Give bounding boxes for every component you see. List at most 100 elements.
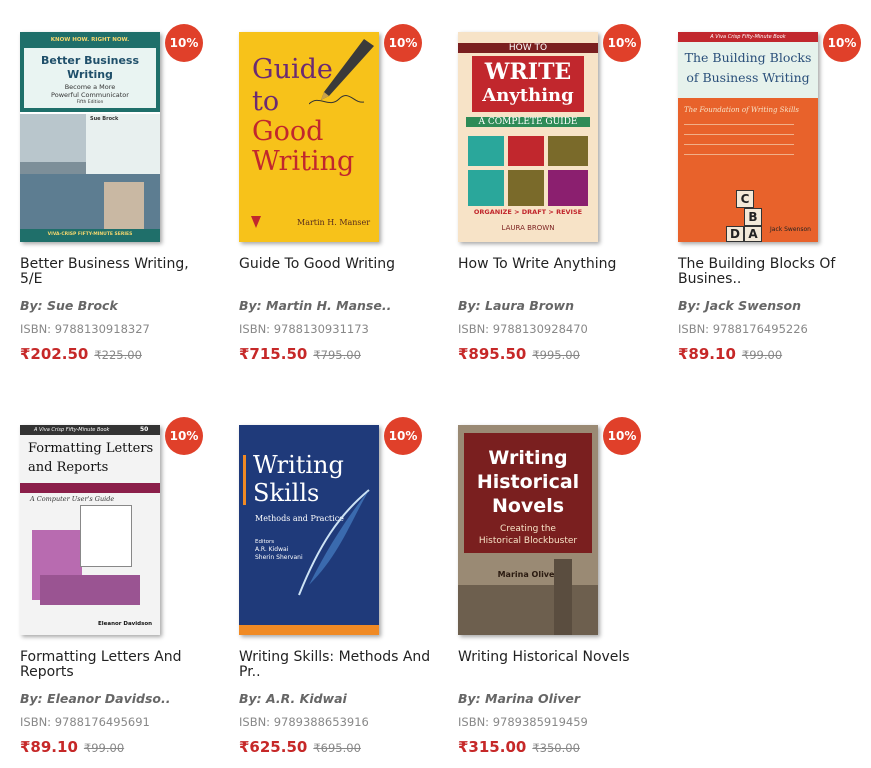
book-author: By: Eleanor Davidso.. xyxy=(20,691,171,706)
price-row: ₹202.50 ₹225.00 xyxy=(20,344,142,363)
price-row: ₹89.10 ₹99.00 xyxy=(20,737,124,756)
book-cover-image[interactable]: A Viva Crisp Fifty-Minute Book The Build… xyxy=(678,32,818,242)
book-cover-image[interactable]: A Viva Crisp Fifty-Minute Book 50 Format… xyxy=(20,425,160,635)
cover-text: Become a More xyxy=(64,83,116,91)
cover-text: Writing xyxy=(253,451,344,479)
book-title-link[interactable]: The Building Blocks Of Busines.. xyxy=(678,257,871,287)
book-cover-image[interactable]: Writing Skills Methods and Practice Edit… xyxy=(239,425,379,635)
list-price: ₹350.00 xyxy=(532,741,580,755)
cover-text: D xyxy=(726,226,744,242)
book-author: By: Laura Brown xyxy=(458,298,575,313)
cover-text: C xyxy=(736,190,754,208)
cover-text: Powerful Communicator xyxy=(51,91,129,99)
cover-text: to xyxy=(252,86,280,117)
cover-text: The Building Blocks xyxy=(684,50,812,65)
book-isbn: ISBN: 9789385919459 xyxy=(458,715,588,729)
cover-text: LAURA BROWN xyxy=(501,224,555,232)
discount-badge: 10% xyxy=(384,417,422,455)
book-isbn: ISBN: 9788130931173 xyxy=(239,322,369,336)
cover-text: A Viva Crisp Fifty-Minute Book xyxy=(34,427,110,433)
cover-text: Editors xyxy=(255,539,275,545)
sale-price: ₹895.50 xyxy=(458,345,527,363)
cover-text: WRITE xyxy=(484,59,572,85)
book-title-link[interactable]: Writing Historical Novels xyxy=(458,650,653,665)
cover-text: Anything xyxy=(482,85,574,106)
cover-text: Good xyxy=(252,116,324,147)
sale-price: ₹625.50 xyxy=(239,738,308,756)
cover-text: A Computer User's Guide xyxy=(30,495,115,503)
cover-text: Writing xyxy=(252,146,355,177)
cover-text: Historical xyxy=(476,471,580,493)
list-price: ₹795.00 xyxy=(313,348,361,362)
pen-icon xyxy=(309,39,374,105)
sale-price: ₹315.00 xyxy=(458,738,527,756)
cover-text: HOW TO xyxy=(458,43,598,53)
cover-text: Marina Oliver xyxy=(497,570,559,579)
cover-text: VIVA-CRISP FIFTY-MINUTE SERIES xyxy=(47,232,133,237)
discount-badge: 10% xyxy=(165,24,203,62)
cover-text: Writing xyxy=(488,447,568,469)
price-row: ₹895.50 ₹995.00 xyxy=(458,344,580,363)
cover-text: Eleanor Davidson xyxy=(98,621,153,627)
cover-text: KNOW HOW. RIGHT NOW. xyxy=(50,37,130,43)
cover-text: Writing xyxy=(67,68,113,81)
sale-price: ₹202.50 xyxy=(20,345,89,363)
list-price: ₹995.00 xyxy=(532,348,580,362)
book-cover-image[interactable]: Writing Historical Novels Creating the H… xyxy=(458,425,598,635)
book-author: By: Sue Brock xyxy=(20,298,118,313)
cover-text: B xyxy=(744,208,762,226)
book-author: By: Jack Swenson xyxy=(678,298,802,313)
book-isbn: ISBN: 9788176495226 xyxy=(678,322,808,336)
book-title-link[interactable]: Better Business Writing, 5/E xyxy=(20,257,215,287)
list-price: ₹99.00 xyxy=(83,741,125,755)
cover-text: Jack Swenson xyxy=(770,226,811,233)
cover-text: The Foundation of Writing Skills xyxy=(684,106,800,114)
cover-text: A xyxy=(744,226,762,242)
cover-text: Formatting Letters xyxy=(28,441,154,456)
book-author: By: Martin H. Manse.. xyxy=(239,298,392,313)
cover-text: ORGANIZE > DRAFT > REVISE xyxy=(473,208,583,216)
list-price: ₹225.00 xyxy=(94,348,142,362)
discount-badge: 10% xyxy=(384,24,422,62)
cover-text: Creating the xyxy=(500,524,556,534)
book-author: By: A.R. Kidwai xyxy=(239,691,347,706)
cover-text: Martin H. Manser xyxy=(297,218,371,227)
price-row: ₹625.50 ₹695.00 xyxy=(239,737,361,756)
cover-text: Fifth Edition xyxy=(76,100,104,105)
book-title-link[interactable]: How To Write Anything xyxy=(458,257,653,272)
book-cover-image[interactable]: Guide to Good Writing Martin H. Manser xyxy=(239,32,379,242)
book-title-link[interactable]: Formatting Letters And Reports xyxy=(20,650,215,680)
book-cover-image[interactable]: KNOW HOW. RIGHT NOW. Better Business Wri… xyxy=(20,32,160,242)
quill-icon xyxy=(298,489,370,596)
discount-badge: 10% xyxy=(603,24,641,62)
cover-text: Sue Brock xyxy=(90,116,119,122)
price-row: ₹715.50 ₹795.00 xyxy=(239,344,361,363)
cover-text: and Reports xyxy=(28,460,109,475)
sale-price: ₹89.10 xyxy=(678,345,736,363)
cover-text: 50 xyxy=(140,426,149,433)
cover-text: A COMPLETE GUIDE xyxy=(466,117,590,127)
book-title-link[interactable]: Writing Skills: Methods And Pr.. xyxy=(239,650,434,680)
book-title-link[interactable]: Guide To Good Writing xyxy=(239,257,434,272)
book-isbn: ISBN: 9788130928470 xyxy=(458,322,588,336)
cover-text: Novels xyxy=(491,495,565,517)
discount-badge: 10% xyxy=(165,417,203,455)
sale-price: ₹715.50 xyxy=(239,345,308,363)
price-row: ₹315.00 ₹350.00 xyxy=(458,737,580,756)
cover-text: A.R. Kidwai xyxy=(255,546,289,553)
book-author: By: Marina Oliver xyxy=(458,691,581,706)
book-isbn: ISBN: 9788176495691 xyxy=(20,715,150,729)
book-isbn: ISBN: 9789388653916 xyxy=(239,715,369,729)
list-price: ₹99.00 xyxy=(741,348,783,362)
cover-text: Historical Blockbuster xyxy=(478,536,578,546)
cover-text: Better Business xyxy=(41,54,139,67)
book-cover-image[interactable]: HOW TO WRITE Anything A COMPLETE GUIDE O… xyxy=(458,32,598,242)
price-row: ₹89.10 ₹99.00 xyxy=(678,344,782,363)
book-isbn: ISBN: 9788130918327 xyxy=(20,322,150,336)
sale-price: ₹89.10 xyxy=(20,738,78,756)
list-price: ₹695.00 xyxy=(313,741,361,755)
discount-badge: 10% xyxy=(603,417,641,455)
discount-badge: 10% xyxy=(823,24,861,62)
cover-text: A Viva Crisp Fifty-Minute Book xyxy=(678,32,818,42)
cover-text: of Business Writing xyxy=(686,70,810,85)
